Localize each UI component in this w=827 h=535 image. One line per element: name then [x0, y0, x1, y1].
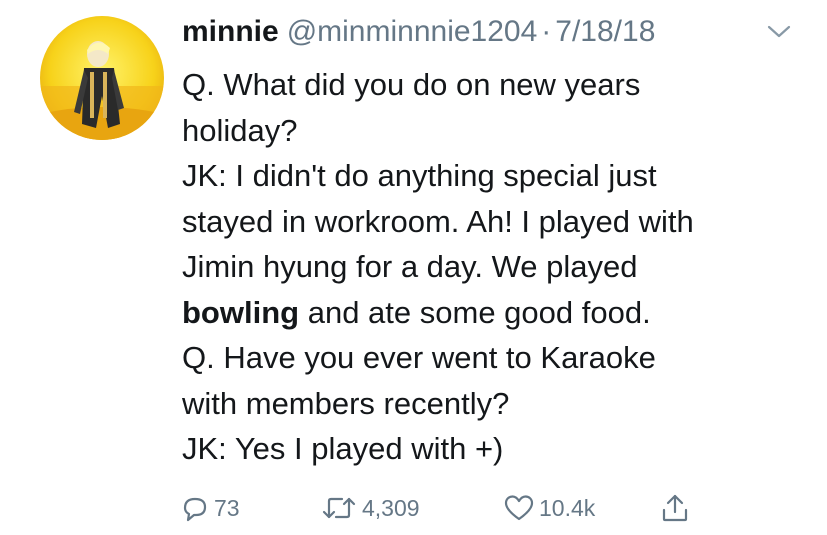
heart-icon: [504, 495, 534, 521]
reply-icon: [183, 497, 207, 522]
tweet-header: minnie @minminnnie1204 · 7/18/18: [182, 12, 655, 52]
display-name[interactable]: minnie: [182, 12, 279, 52]
retweet-button[interactable]: 4,309: [320, 488, 420, 528]
tweet-text-fragment: and ate some good food.: [299, 294, 651, 330]
tweet-actions: 73 4,309 10.4k: [180, 488, 720, 528]
tweet-date[interactable]: 7/18/18: [555, 12, 655, 52]
user-handle[interactable]: @minminnnie1204: [287, 12, 538, 52]
tweet-text: Q. What did you do on new years holiday?…: [182, 62, 802, 472]
reply-button[interactable]: 73: [180, 488, 240, 528]
tweet-text-line: bowling and ate some good food.: [182, 290, 802, 336]
tweet-text-line: with members recently?: [182, 385, 510, 421]
tweet-text-line: stayed in workroom. Ah! I played with: [182, 203, 694, 239]
bold-word: bowling: [182, 294, 300, 330]
avatar-image: [40, 16, 164, 140]
tweet-text-line: JK: I didn't do anything special just: [182, 158, 657, 193]
tweet-text-line: Q. Have you ever went to Karaoke: [182, 340, 656, 375]
like-button[interactable]: 10.4k: [503, 488, 595, 528]
tweet-text-line: holiday?: [182, 112, 298, 148]
separator-dot: ·: [541, 15, 552, 48]
tweet-text-line: Q. What did you do on new years: [182, 67, 641, 102]
tweet: minnie @minminnnie1204 · 7/18/18 Q. What…: [0, 0, 827, 535]
share-icon: [662, 494, 688, 522]
tweet-text-line: JK: Yes I played with +): [182, 431, 504, 466]
share-button[interactable]: [660, 488, 690, 528]
chevron-down-icon[interactable]: [766, 24, 792, 40]
avatar[interactable]: [40, 16, 164, 140]
like-count: 10.4k: [539, 494, 596, 521]
reply-count: 73: [214, 494, 240, 521]
tweet-text-line: Jimin hyung for a day. We played: [182, 249, 638, 284]
retweet-icon: [322, 497, 356, 519]
retweet-count: 4,309: [362, 494, 420, 521]
